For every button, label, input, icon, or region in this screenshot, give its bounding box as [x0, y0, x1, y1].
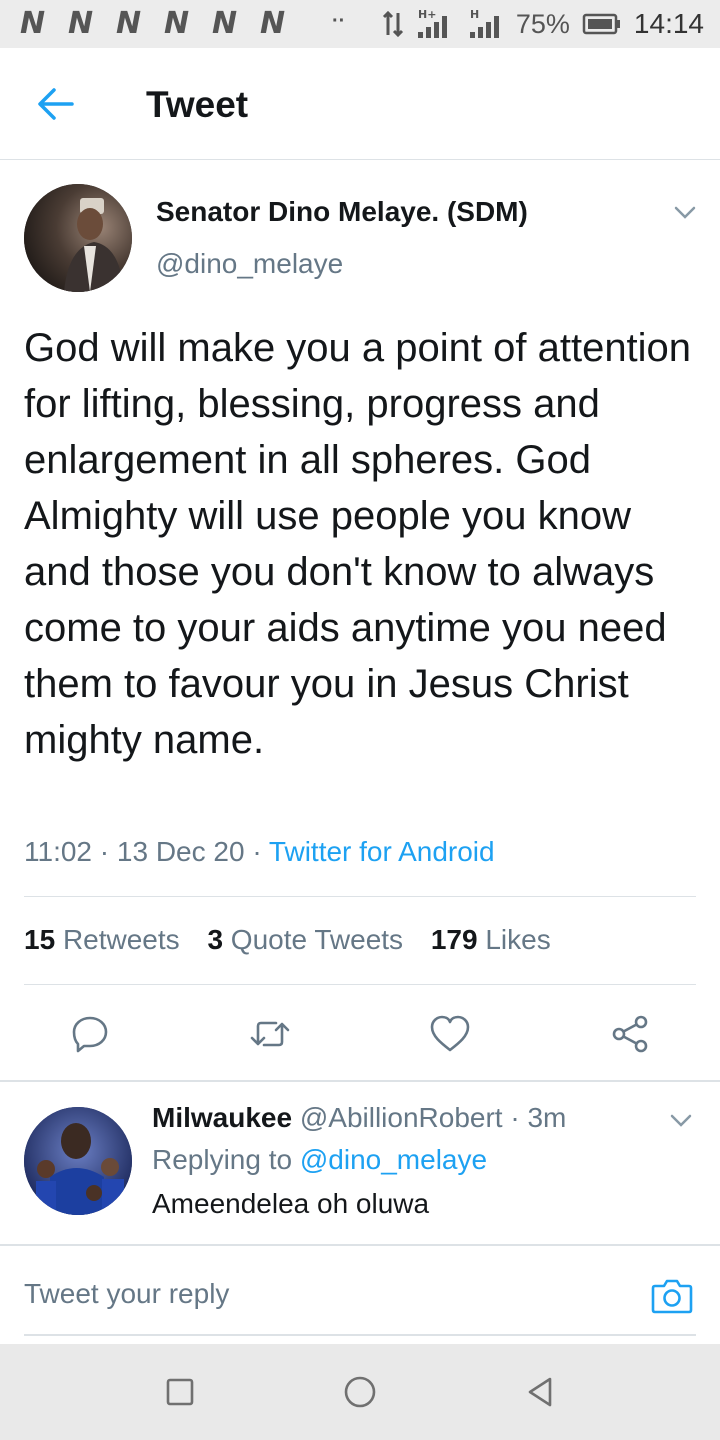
divider	[24, 984, 696, 985]
like-button[interactable]	[428, 1012, 472, 1056]
reply-composer: Tweet your reply	[0, 1244, 720, 1344]
retweets-count: 15	[24, 924, 56, 955]
tweet-date: 13 Dec 20	[116, 836, 245, 867]
square-icon	[166, 1378, 194, 1406]
signal-h-icon: H	[469, 8, 499, 38]
tweet-actions	[0, 1000, 720, 1070]
battery-percent: 75%	[515, 8, 570, 39]
author-avatar[interactable]	[24, 184, 132, 292]
notification-icons: N N N N N N	[20, 6, 298, 41]
reply-text: Ameendelea oh oluwa	[152, 1188, 430, 1219]
quote-tweets-label: Quote Tweets	[230, 924, 404, 955]
notification-n-icon: N	[20, 6, 45, 41]
reply-button[interactable]	[68, 1012, 112, 1056]
share-icon	[612, 1015, 648, 1053]
likes-label: Likes	[485, 924, 551, 955]
circle-icon	[344, 1376, 376, 1408]
heart-icon	[430, 1015, 470, 1052]
data-transfer-icon	[382, 10, 403, 38]
retweet-button[interactable]	[248, 1012, 292, 1056]
camera-icon[interactable]	[650, 1274, 694, 1318]
quote-tweets-count: 3	[207, 924, 224, 955]
replying-to: Replying to @dino_melaye	[152, 1144, 487, 1176]
replying-to-mention[interactable]: @dino_melaye	[300, 1144, 487, 1175]
nav-back-button[interactable]	[520, 1372, 560, 1412]
likes-stat[interactable]: 179 Likes	[431, 924, 551, 955]
signal-h-plus-icon: H+	[417, 8, 447, 38]
likes-count: 179	[430, 924, 478, 955]
chevron-down-icon[interactable]	[668, 200, 702, 226]
quote-tweets-stat[interactable]: 3 Quote Tweets	[207, 924, 410, 955]
notification-n-icon: N	[116, 6, 141, 41]
system-nav-bar	[0, 1344, 720, 1440]
home-button[interactable]	[340, 1372, 380, 1412]
triangle-back-icon	[528, 1377, 552, 1407]
avatar-image	[24, 184, 132, 292]
tweet-stats: 15 Retweets 3 Quote Tweets 179 Likes	[24, 924, 571, 956]
tweet-metadata: 11:02 · 13 Dec 20 · Twitter for Android	[24, 836, 495, 868]
meta-separator: ·	[510, 1102, 520, 1133]
back-button[interactable]	[30, 78, 82, 130]
page-title: Tweet	[146, 84, 249, 125]
author-handle[interactable]: @dino_melaye	[156, 248, 343, 280]
meta-separator: ·	[252, 836, 262, 867]
comment-icon	[72, 1016, 108, 1053]
reply-input-underline	[24, 1334, 696, 1336]
arrow-left-icon	[38, 88, 74, 120]
chevron-down-icon[interactable]	[664, 1108, 698, 1134]
retweets-stat[interactable]: 15 Retweets	[24, 924, 187, 955]
tweet-source-link[interactable]: Twitter for Android	[269, 836, 495, 867]
clock: 14:14	[633, 8, 704, 39]
notification-n-icon: N	[164, 6, 189, 41]
notification-n-icon: N	[260, 6, 285, 41]
battery-icon	[582, 13, 620, 35]
divider	[0, 1080, 720, 1082]
notification-n-icon: N	[68, 6, 93, 41]
meta-separator: ·	[99, 836, 110, 867]
tweet-time: 11:02	[24, 836, 92, 867]
retweet-icon	[250, 1021, 290, 1047]
app-bar: Tweet	[0, 48, 720, 160]
share-button[interactable]	[608, 1012, 652, 1056]
reply-author-name[interactable]: Milwaukee	[152, 1102, 292, 1133]
author-name[interactable]: Senator Dino Melaye. (SDM)	[156, 196, 528, 228]
divider	[24, 896, 696, 897]
replying-to-label: Replying to	[152, 1144, 293, 1175]
retweets-label: Retweets	[62, 924, 180, 955]
more-notifications-indicator: ··	[332, 10, 346, 32]
reply-author-handle[interactable]: @AbillionRobert	[300, 1102, 503, 1133]
svg-text:H: H	[470, 8, 479, 21]
system-status: H+ H 75% 14:14	[382, 8, 704, 40]
network-type-label: H+	[418, 8, 436, 21]
reply-input[interactable]: Tweet your reply	[24, 1278, 229, 1310]
recent-apps-button[interactable]	[160, 1372, 200, 1412]
reply-author-avatar[interactable]	[24, 1107, 132, 1215]
notification-n-icon: N	[212, 6, 237, 41]
reply-header: Milwaukee @AbillionRobert · 3m	[152, 1102, 566, 1134]
status-bar: N N N N N N ·· H+ H 75% 14:14	[0, 0, 720, 48]
avatar-image	[24, 1107, 132, 1215]
reply-age: 3m	[527, 1102, 567, 1133]
tweet-text: God will make you a point of attention f…	[24, 326, 692, 762]
